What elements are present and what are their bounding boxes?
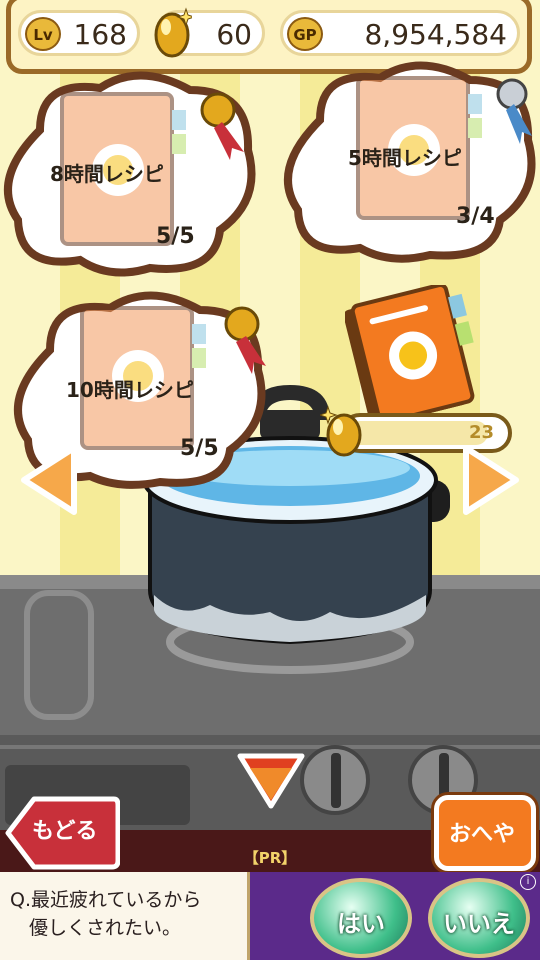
gold-egg-count: 60 xyxy=(216,18,252,51)
level-badge: Lv xyxy=(25,17,61,51)
ad-question-box: Q.最近疲れているから 優しくされたい。 xyxy=(0,872,250,960)
gp-badge: GP xyxy=(287,17,323,51)
down-arrow-button[interactable] xyxy=(236,752,306,810)
room-button-label: おへや xyxy=(449,822,516,847)
gold-medal-icon xyxy=(224,306,260,342)
level-display: Lv 168 xyxy=(18,10,140,56)
gold-egg-display: 60 xyxy=(154,7,265,58)
recipe-count: 5/5 xyxy=(180,436,219,461)
previous-arrow-button[interactable] xyxy=(18,442,80,518)
ad-no-button[interactable]: いいえ xyxy=(428,878,530,958)
ad-yes-label: はい xyxy=(337,910,385,938)
ad-yes-button[interactable]: はい xyxy=(310,878,412,958)
silver-medal-icon xyxy=(496,78,528,110)
stove-knob-1 xyxy=(300,745,370,815)
recipe-cloud-5h[interactable]: 5時間レシピ 3/4 xyxy=(280,60,540,265)
recipe-title: 8時間レシピ xyxy=(50,162,164,186)
recipe-count: 5/5 xyxy=(156,224,195,249)
gp-value: 8,954,584 xyxy=(364,18,507,51)
recipe-title: 10時間レシピ xyxy=(66,378,194,402)
progress-value: 23 xyxy=(468,422,494,443)
next-arrow-button[interactable] xyxy=(460,442,522,518)
left-burner xyxy=(24,590,94,720)
ad-info-icon[interactable]: i xyxy=(520,874,536,890)
recipe-cloud-8h[interactable]: 8時間レシピ 5/5 xyxy=(0,70,260,280)
gold-medal-icon xyxy=(200,92,236,128)
gp-display: GP 8,954,584 xyxy=(280,10,520,56)
level-value: 168 xyxy=(73,18,127,51)
gold-egg-icon xyxy=(154,7,192,58)
recipe-count: 3/4 xyxy=(456,204,495,229)
back-button-label: もどる xyxy=(32,819,98,844)
pr-label: 【PR】 xyxy=(243,849,297,867)
gold-egg-icon xyxy=(320,405,362,457)
ad-banner[interactable]: Q.最近疲れているから 優しくされたい。 はい いいえ i xyxy=(0,872,540,960)
recipe-title: 5時間レシピ xyxy=(348,146,462,170)
recipe-book-icon[interactable] xyxy=(345,285,485,425)
ad-question-text: Q.最近疲れているから 優しくされたい。 xyxy=(10,889,202,939)
ad-no-label: いいえ xyxy=(443,910,515,938)
